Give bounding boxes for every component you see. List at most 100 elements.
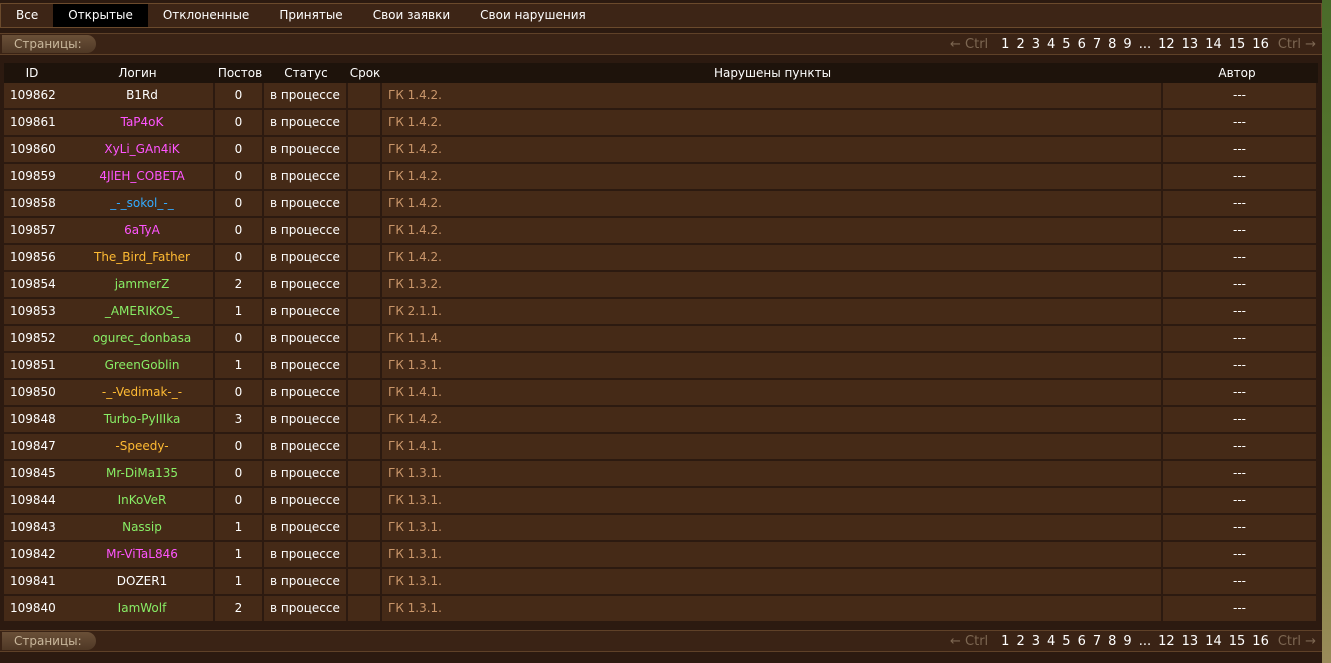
page-link-bottom[interactable]: 1 [1001,634,1009,649]
row-login[interactable]: GreenGoblin [72,353,212,378]
row-id[interactable]: 109858 [10,191,72,216]
row-login[interactable]: -Speedy- [72,434,212,459]
table-row[interactable]: 109857 6aTyA 0 в процессе ГК 1.4.2. --- [4,218,1318,245]
row-login[interactable]: XyLi_GAn4iK [72,137,212,162]
tab-5[interactable]: Свои нарушения [465,4,601,27]
page-link[interactable]: 15 [1229,37,1246,52]
page-link-bottom[interactable]: 8 [1108,634,1116,649]
row-id[interactable]: 109842 [10,542,72,567]
table-row[interactable]: 109848 Turbo-PyIIIka 3 в процессе ГК 1.4.2. -… [4,407,1318,434]
page-link-bottom[interactable]: 6 [1078,634,1086,649]
row-id[interactable]: 109854 [10,272,72,297]
page-link-bottom[interactable]: 16 [1252,634,1269,649]
row-id[interactable]: 109840 [10,596,72,621]
tab-3[interactable]: Принятые [264,4,357,27]
page-link-bottom[interactable]: 7 [1093,634,1101,649]
table-body: 109862 B1Rd 0 в процессе ГК 1.4.2. --- 109861 T… [4,83,1318,623]
row-id[interactable]: 109853 [10,299,72,324]
row-violations: ГК 1.4.2. [382,191,1161,216]
page-link[interactable]: 6 [1078,37,1086,52]
tab-4[interactable]: Свои заявки [358,4,465,27]
page-link[interactable]: 3 [1032,37,1040,52]
page-link[interactable]: 13 [1182,37,1199,52]
row-id[interactable]: 109856 [10,245,72,270]
next-page-link-bottom[interactable]: Ctrl → [1278,634,1316,649]
table-row[interactable]: 109851 GreenGoblin 1 в процессе ГК 1.3.1. --- [4,353,1318,380]
page-link[interactable]: 7 [1093,37,1101,52]
row-id[interactable]: 109850 [10,380,72,405]
prev-page-link-bottom[interactable]: ← Ctrl [950,634,988,649]
page-link[interactable]: 8 [1108,37,1116,52]
row-login[interactable]: TaP4oK [72,110,212,135]
row-id[interactable]: 109848 [10,407,72,432]
row-id[interactable]: 109841 [10,569,72,594]
table-row[interactable]: 109856 The_Bird_Father 0 в процессе ГК 1.4.2… [4,245,1318,272]
page-link-bottom[interactable]: 5 [1062,634,1070,649]
prev-page-link[interactable]: ← Ctrl [950,37,988,52]
row-login[interactable]: ogurec_donbasa [72,326,212,351]
page-link-bottom[interactable]: 13 [1182,634,1199,649]
page-link-bottom[interactable]: 4 [1047,634,1055,649]
row-login[interactable]: _AMERIKOS_ [72,299,212,324]
page-link[interactable]: 14 [1205,37,1222,52]
page-link[interactable]: 1 [1001,37,1009,52]
row-login[interactable]: _-_sokol_-_ [72,191,212,216]
table-row[interactable]: 109860 XyLi_GAn4iK 0 в процессе ГК 1.4.2. --- [4,137,1318,164]
row-login[interactable]: Mr-DiMa135 [72,461,212,486]
row-login[interactable]: Mr-ViTaL846 [72,542,212,567]
row-login[interactable]: 6aTyA [72,218,212,243]
table-row[interactable]: 109842 Mr-ViTaL846 1 в процессе ГК 1.3.1. --- [4,542,1318,569]
table-row[interactable]: 109852 ogurec_donbasa 0 в процессе ГК 1.1.4.… [4,326,1318,353]
table-row[interactable]: 109841 DOZER1 1 в процессе ГК 1.3.1. --- [4,569,1318,596]
tab-2[interactable]: Отклоненные [148,4,264,27]
row-id[interactable]: 109857 [10,218,72,243]
row-id[interactable]: 109860 [10,137,72,162]
page-link-bottom[interactable]: 2 [1016,634,1024,649]
page-link[interactable]: 2 [1016,37,1024,52]
page-link-bottom[interactable]: 15 [1229,634,1246,649]
row-id[interactable]: 109851 [10,353,72,378]
table-row[interactable]: 109840 IamWolf 2 в процессе ГК 1.3.1. --- [4,596,1318,623]
row-login[interactable]: InKoVeR [72,488,212,513]
table-row[interactable]: 109862 B1Rd 0 в процессе ГК 1.4.2. --- [4,83,1318,110]
row-login[interactable]: DOZER1 [72,569,212,594]
page-link[interactable]: 12 [1158,37,1175,52]
row-id[interactable]: 109852 [10,326,72,351]
row-login[interactable]: The_Bird_Father [72,245,212,270]
row-login[interactable]: jammerZ [72,272,212,297]
page-link-bottom[interactable]: 9 [1123,634,1131,649]
row-login[interactable]: -_-Vedimak-_- [72,380,212,405]
page-link[interactable]: 9 [1123,37,1131,52]
row-login[interactable]: 4JlEH_COBETA [72,164,212,189]
table-row[interactable]: 109847 -Speedy- 0 в процессе ГК 1.4.1. --- [4,434,1318,461]
row-login[interactable]: B1Rd [72,83,212,108]
row-id[interactable]: 109862 [10,83,72,108]
row-id[interactable]: 109859 [10,164,72,189]
table-row[interactable]: 109854 jammerZ 2 в процессе ГК 1.3.2. --- [4,272,1318,299]
page-link-bottom[interactable]: 12 [1158,634,1175,649]
page-link-bottom[interactable]: 14 [1205,634,1222,649]
row-id[interactable]: 109847 [10,434,72,459]
row-id[interactable]: 109861 [10,110,72,135]
row-login[interactable]: Nassip [72,515,212,540]
table-row[interactable]: 109844 InKoVeR 0 в процессе ГК 1.3.1. --- [4,488,1318,515]
row-id[interactable]: 109844 [10,488,72,513]
tab-1[interactable]: Открытые [53,4,148,27]
page-link[interactable]: 16 [1252,37,1269,52]
row-id[interactable]: 109843 [10,515,72,540]
page-link[interactable]: 4 [1047,37,1055,52]
table-row[interactable]: 109861 TaP4oK 0 в процессе ГК 1.4.2. --- [4,110,1318,137]
table-row[interactable]: 109843 Nassip 1 в процессе ГК 1.3.1. --- [4,515,1318,542]
row-id[interactable]: 109845 [10,461,72,486]
table-row[interactable]: 109858 _-_sokol_-_ 0 в процессе ГК 1.4.2. --- [4,191,1318,218]
tab-0[interactable]: Все [1,4,53,27]
table-row[interactable]: 109859 4JlEH_COBETA 0 в процессе ГК 1.4.2. --… [4,164,1318,191]
table-row[interactable]: 109850 -_-Vedimak-_- 0 в процессе ГК 1.4.1. -… [4,380,1318,407]
page-link[interactable]: 5 [1062,37,1070,52]
next-page-link[interactable]: Ctrl → [1278,37,1316,52]
table-row[interactable]: 109845 Mr-DiMa135 0 в процессе ГК 1.3.1. --- [4,461,1318,488]
page-link-bottom[interactable]: 3 [1032,634,1040,649]
row-login[interactable]: IamWolf [72,596,212,621]
table-row[interactable]: 109853 _AMERIKOS_ 1 в процессе ГК 2.1.1. --- [4,299,1318,326]
row-login[interactable]: Turbo-PyIIIka [72,407,212,432]
